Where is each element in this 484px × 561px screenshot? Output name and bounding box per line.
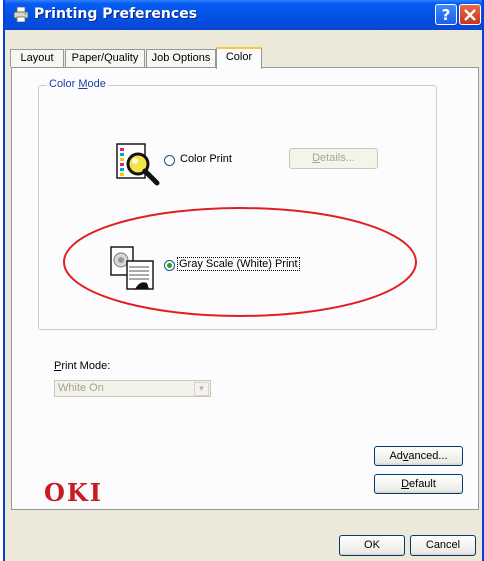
- window-title: Printing Preferences: [34, 6, 198, 22]
- chevron-down-icon[interactable]: ▼: [194, 382, 209, 396]
- title-bar[interactable]: Printing Preferences ?: [5, 0, 482, 30]
- printer-icon: [13, 7, 29, 22]
- tab-job-options[interactable]: Job Options: [146, 49, 216, 67]
- tab-color-label: Color: [225, 51, 253, 63]
- close-icon: [464, 9, 476, 21]
- tab-paper-quality-label: Paper/Quality: [71, 52, 139, 64]
- color-print-label[interactable]: Color Print: [180, 153, 232, 165]
- annotation-circle: [63, 207, 417, 317]
- ok-button[interactable]: OK: [339, 535, 405, 556]
- close-button[interactable]: [459, 4, 481, 25]
- print-mode-value: White On: [58, 382, 104, 394]
- help-button[interactable]: ?: [435, 4, 457, 25]
- print-mode-label: Print Mode:: [54, 360, 111, 372]
- color-mode-group: Color Mode Color Print Details... Gray S…: [38, 78, 437, 330]
- default-button[interactable]: Default: [374, 474, 463, 494]
- advanced-button[interactable]: Advanced...: [374, 446, 463, 466]
- tab-job-options-label: Job Options: [151, 52, 211, 64]
- cancel-button[interactable]: Cancel: [410, 535, 476, 556]
- details-button[interactable]: Details...: [289, 148, 378, 169]
- tab-layout-label: Layout: [20, 52, 54, 64]
- tab-color[interactable]: Color: [216, 47, 262, 69]
- printing-preferences-window: Printing Preferences ? Layout Paper/Qual…: [3, 0, 484, 561]
- print-mode-select[interactable]: White On ▼: [54, 380, 211, 397]
- tab-layout[interactable]: Layout: [10, 49, 64, 67]
- tab-paper-quality[interactable]: Paper/Quality: [65, 49, 145, 67]
- oki-logo: OKI: [44, 478, 103, 507]
- color-document-magnifier-icon: [116, 143, 160, 186]
- color-tab-panel: Color Mode Color Print Details... Gray S…: [11, 67, 479, 510]
- color-print-radio[interactable]: [164, 155, 175, 166]
- color-mode-group-label: Color Mode: [47, 78, 108, 90]
